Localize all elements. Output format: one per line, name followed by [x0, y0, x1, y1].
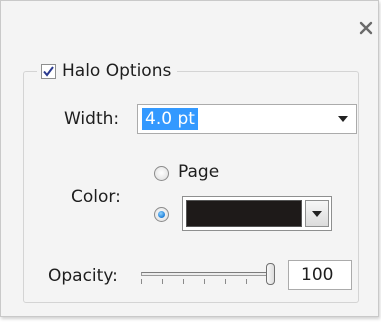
color-swatch[interactable] — [186, 200, 302, 227]
halo-options-legend: Halo Options — [37, 59, 178, 83]
slider-tick — [204, 279, 205, 284]
opacity-input[interactable]: 100 — [288, 260, 352, 290]
width-value: 4.0 pt — [142, 108, 198, 130]
halo-options-checkbox[interactable] — [41, 63, 56, 79]
slider-tick — [183, 279, 184, 284]
slider-tick — [162, 279, 163, 284]
width-label: Width: — [64, 109, 120, 129]
chevron-down-icon — [312, 210, 322, 217]
close-icon — [359, 21, 373, 35]
width-dropdown[interactable]: 4.0 pt — [137, 104, 357, 134]
color-label: Color: — [71, 187, 121, 207]
checkmark-icon — [43, 65, 54, 77]
halo-options-label: Halo Options — [62, 61, 172, 81]
close-button[interactable] — [357, 19, 375, 37]
halo-color-picker[interactable] — [182, 196, 332, 231]
halo-options-panel: Halo Options Width: 4.0 pt Page Color: O… — [0, 0, 379, 317]
slider-tick — [141, 279, 142, 284]
slider-track[interactable] — [141, 272, 269, 276]
chevron-down-icon[interactable] — [338, 116, 348, 122]
color-page-label: Page — [178, 162, 220, 182]
slider-tick — [246, 279, 247, 284]
color-custom-radio[interactable] — [154, 207, 169, 222]
opacity-label: Opacity: — [48, 266, 118, 286]
color-dropdown-button[interactable] — [305, 200, 329, 227]
color-page-radio[interactable] — [154, 166, 169, 181]
slider-thumb[interactable] — [266, 263, 275, 285]
slider-tick — [225, 279, 226, 284]
opacity-slider[interactable] — [141, 263, 277, 287]
